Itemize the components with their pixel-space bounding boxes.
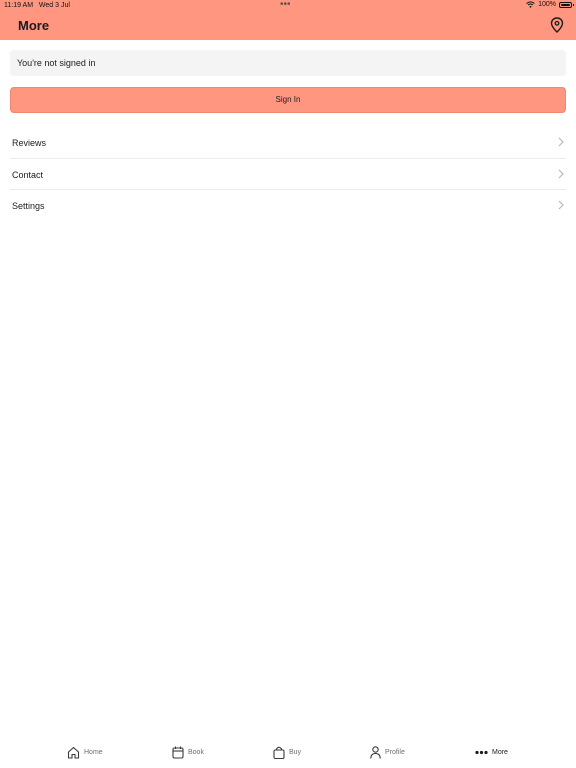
status-date: Wed 3 Jul (38, 2, 70, 9)
signin-status-banner: You're not signed in (10, 50, 566, 76)
tab-label: Home (84, 749, 103, 756)
tab-label: Book (188, 749, 204, 756)
menu-item-settings[interactable]: Settings (10, 190, 566, 222)
status-datetime: 11:19 AM Wed 3 Jul (4, 2, 70, 9)
bottom-tab-bar: Home Book Buy Profile More (0, 738, 576, 768)
tab-home[interactable]: Home (67, 746, 103, 759)
status-bar: 11:19 AM Wed 3 Jul ••• 100% (0, 0, 576, 12)
tab-label: More (492, 749, 508, 756)
tab-book[interactable]: Book (172, 746, 204, 759)
tab-more[interactable]: More (475, 746, 508, 759)
shopping-bag-icon (273, 746, 285, 759)
multitasking-dots-icon[interactable]: ••• (280, 0, 291, 10)
menu-item-reviews[interactable]: Reviews (10, 127, 566, 159)
sign-in-button[interactable]: Sign In (10, 87, 566, 113)
menu-item-label: Contact (12, 169, 44, 180)
signin-status-text: You're not signed in (17, 58, 96, 68)
menu-item-contact[interactable]: Contact (10, 159, 566, 190)
battery-percentage: 100% (538, 1, 556, 8)
tab-profile[interactable]: Profile (370, 746, 405, 759)
battery-icon (559, 1, 574, 8)
more-dots-icon (475, 750, 488, 755)
tab-buy[interactable]: Buy (273, 746, 301, 759)
page-title: More (18, 18, 50, 33)
location-pin-icon[interactable] (550, 17, 564, 33)
home-icon (67, 746, 80, 759)
top-header: 11:19 AM Wed 3 Jul ••• 100% More (0, 0, 576, 40)
status-time: 11:19 AM (4, 2, 34, 9)
calendar-icon (172, 746, 184, 759)
chevron-right-icon (558, 137, 564, 147)
chevron-right-icon (558, 169, 564, 178)
tab-label: Profile (385, 749, 405, 756)
menu-item-label: Reviews (12, 138, 47, 148)
tab-label: Buy (289, 749, 302, 756)
chevron-right-icon (558, 200, 564, 210)
more-menu-list: Reviews Contact Settings (0, 127, 576, 222)
sign-in-button-label: Sign In (275, 95, 301, 104)
wifi-icon (526, 1, 535, 8)
menu-item-label: Settings (12, 201, 45, 211)
status-indicators: 100% (526, 1, 574, 8)
person-icon (370, 746, 381, 759)
